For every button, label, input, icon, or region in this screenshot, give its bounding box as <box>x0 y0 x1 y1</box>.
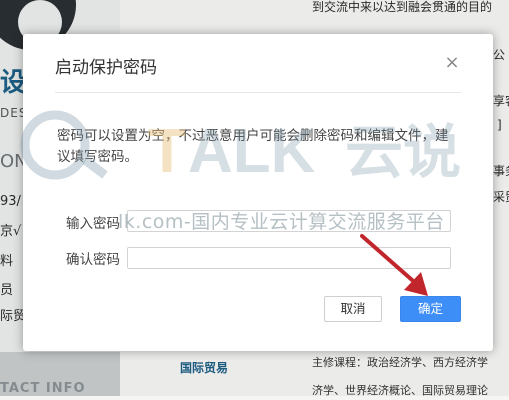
dialog-description: 密码可以设置为空，不过恶意用户可能会删除密码和编辑文件，建议填写密码。 <box>57 128 449 165</box>
password-input[interactable] <box>127 210 451 232</box>
ok-button[interactable]: 确定 <box>400 296 461 322</box>
password-label: 输入密码 <box>66 216 120 232</box>
close-icon[interactable]: × <box>443 54 461 72</box>
dialog-title: 启动保护密码 <box>55 58 157 78</box>
password-dialog: 启动保护密码 × 密码可以设置为空，不过恶意用户可能会删除密码和编辑文件，建议填… <box>23 34 493 351</box>
confirm-password-input[interactable] <box>127 247 451 269</box>
dialog-divider <box>55 92 461 93</box>
cancel-button[interactable]: 取消 <box>324 296 382 322</box>
confirm-password-label: 确认密码 <box>66 252 120 268</box>
